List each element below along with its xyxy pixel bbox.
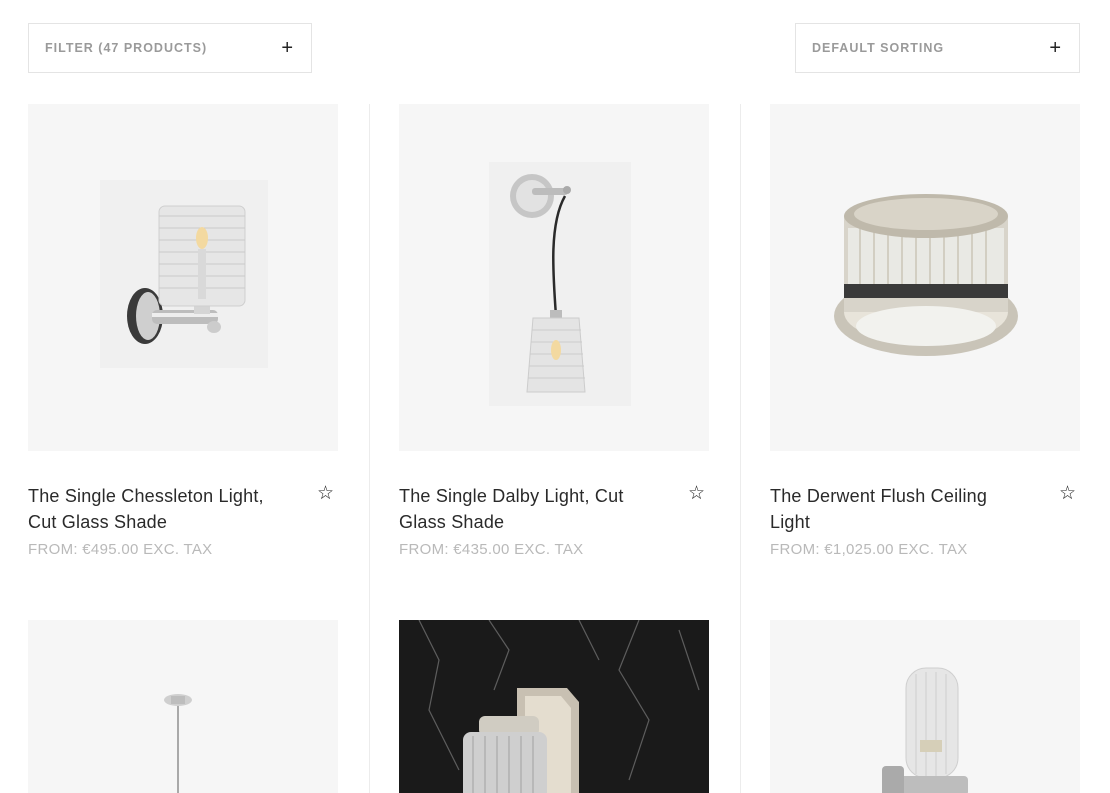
product-image[interactable] xyxy=(770,104,1080,451)
tube-wall-light-image xyxy=(882,667,968,793)
product-card[interactable]: The Derwent Flush Ceiling Light ☆ FROM: … xyxy=(770,104,1080,558)
product-title[interactable]: The Derwent Flush Ceiling Light xyxy=(770,483,1025,535)
wall-light-chessleton-image xyxy=(100,180,268,368)
product-price: FROM: €1,025.00 EXC. TAX xyxy=(770,541,968,558)
product-card[interactable]: The Single Dalby Light, Cut Glass Shade … xyxy=(399,104,709,558)
product-price: FROM: €495.00 EXC. TAX xyxy=(28,541,213,558)
product-image[interactable] xyxy=(770,620,1080,793)
product-image[interactable] xyxy=(399,620,709,793)
product-card[interactable]: The Single Chessleton Light, Cut Glass S… xyxy=(28,104,338,558)
star-outline-icon[interactable]: ☆ xyxy=(1059,484,1076,503)
product-image[interactable] xyxy=(28,104,338,451)
product-image[interactable] xyxy=(28,620,338,793)
wall-light-on-marble-image xyxy=(399,620,709,793)
plus-icon: + xyxy=(281,37,293,59)
plus-icon: + xyxy=(1049,37,1061,59)
wall-light-dalby-image xyxy=(489,162,631,406)
product-card[interactable] xyxy=(28,620,338,793)
product-price: FROM: €435.00 EXC. TAX xyxy=(399,541,584,558)
product-image[interactable] xyxy=(399,104,709,451)
pendant-light-image xyxy=(164,694,192,793)
filter-button[interactable]: FILTER (47 PRODUCTS) + xyxy=(28,23,312,73)
product-title[interactable]: The Single Dalby Light, Cut Glass Shade xyxy=(399,483,654,535)
column-divider xyxy=(740,104,741,793)
star-outline-icon[interactable]: ☆ xyxy=(317,484,334,503)
sort-dropdown[interactable]: DEFAULT SORTING + xyxy=(795,23,1080,73)
column-divider xyxy=(369,104,370,793)
sort-label: DEFAULT SORTING xyxy=(812,41,945,55)
filter-label: FILTER (47 PRODUCTS) xyxy=(45,41,208,55)
product-title[interactable]: The Single Chessleton Light, Cut Glass S… xyxy=(28,483,283,535)
product-card[interactable] xyxy=(399,620,709,793)
product-card[interactable] xyxy=(770,620,1080,793)
flush-ceiling-light-image xyxy=(834,194,1018,356)
star-outline-icon[interactable]: ☆ xyxy=(688,484,705,503)
